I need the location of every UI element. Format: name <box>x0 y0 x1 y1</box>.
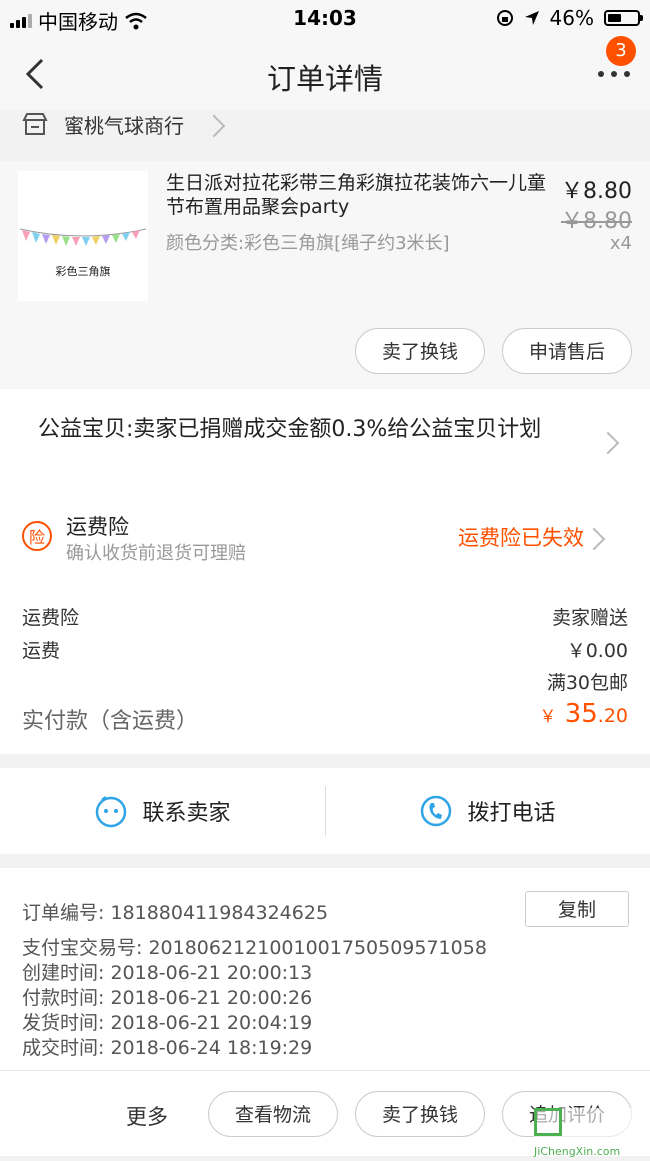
charity-row[interactable]: 公益宝贝:卖家已捐赠成交金额0.3%给公益宝贝计划 <box>0 389 650 489</box>
page-title: 订单详情 <box>266 62 383 96</box>
shipping-note: 满30包邮 <box>546 672 628 694</box>
call-phone-label: 拨打电话 <box>467 801 556 826</box>
after-sale-button[interactable]: 申请售后 <box>502 328 632 374</box>
total-currency: ￥ <box>539 707 557 727</box>
contact-seller-label: 联系卖家 <box>142 801 231 826</box>
watermark-text: JiChengXin.com <box>534 1145 621 1158</box>
chat-icon <box>96 796 127 828</box>
contact-bar: 联系卖家 拨打电话 <box>0 768 650 854</box>
fee-summary: 运费险 卖家赠送 运费 ￥0.00 满30包邮 实付款（含运费） ￥ 35.20 <box>0 579 650 754</box>
product-title[interactable]: 生日派对拉花彩带三角彩旗拉花装饰六一儿童节布置用品聚会party <box>166 171 556 219</box>
resell-button[interactable]: 卖了换钱 <box>355 328 485 374</box>
view-logistics-button[interactable]: 查看物流 <box>208 1091 338 1137</box>
insurance-icon: 险 <box>22 521 52 551</box>
product-price: ￥8.80 <box>561 179 632 204</box>
shop-name: 蜜桃气球商行 <box>64 114 184 138</box>
completed-time: 成交时间: 2018-06-24 18:19:29 <box>22 1037 313 1059</box>
status-bar: 中国移动 14:03 46% <box>0 0 650 40</box>
total-label: 实付款（含运费） <box>22 709 199 734</box>
battery-percent: 46% <box>549 6 594 30</box>
rotation-lock-icon <box>496 10 513 26</box>
chevron-right-icon <box>202 114 226 138</box>
nav-bar: 订单详情 <box>0 40 650 110</box>
fee-value-shipping: ￥0.00 <box>566 640 628 662</box>
resell-button-bottom[interactable]: 卖了换钱 <box>355 1091 485 1137</box>
product-image-caption: 彩色三角旗 <box>55 265 111 278</box>
phone-icon <box>421 795 452 827</box>
message-badge: 3 <box>606 36 636 66</box>
watermark: JiChengXin.com <box>534 1108 648 1158</box>
created-time: 创建时间: 2018-06-21 20:00:13 <box>22 962 313 984</box>
battery-icon <box>604 10 643 26</box>
call-phone-button[interactable]: 拨打电话 <box>325 768 650 854</box>
fee-label-insurance: 运费险 <box>22 607 80 629</box>
product-sku: 颜色分类:彩色三角旗[绳子约3米长] <box>166 233 450 254</box>
shipping-insurance-row[interactable]: 险 运费险 确认收货前退货可理赔 运费险已失效 <box>0 489 650 579</box>
order-item[interactable]: 彩色三角旗 生日派对拉花彩带三角彩旗拉花装饰六一儿童节布置用品聚会party 颜… <box>0 161 650 389</box>
insurance-status: 运费险已失效 <box>458 526 584 550</box>
insurance-subtitle: 确认收货前退货可理赔 <box>66 543 246 564</box>
chevron-right-icon <box>582 527 606 551</box>
total-amount: ￥ 35.20 <box>539 699 628 729</box>
charity-text: 公益宝贝:卖家已捐赠成交金额0.3%给公益宝贝计划 <box>38 417 542 442</box>
location-icon <box>524 11 539 25</box>
more-icon[interactable] <box>596 62 632 86</box>
bunting-image <box>19 228 147 246</box>
paid-time: 付款时间: 2018-06-21 20:00:26 <box>22 987 313 1009</box>
alipay-number: 支付宝交易号: 2018062121001001750509571058 <box>22 937 487 959</box>
fee-value-insurance: 卖家赠送 <box>551 607 628 629</box>
more-button[interactable]: 更多 <box>126 1101 168 1131</box>
order-number: 订单编号: 181880411984324625 <box>22 902 329 924</box>
shop-icon <box>22 113 48 135</box>
shipped-time: 发货时间: 2018-06-21 20:04:19 <box>22 1012 313 1034</box>
product-original-price: ￥8.80 <box>561 209 632 234</box>
total-int: 35 <box>564 699 598 729</box>
chevron-right-icon <box>596 431 620 455</box>
product-quantity: x4 <box>609 233 632 254</box>
watermark-logo-icon <box>534 1108 562 1136</box>
shop-row[interactable]: 蜜桃气球商行 <box>0 110 650 146</box>
status-right: 46% <box>496 6 643 30</box>
contact-seller-button[interactable]: 联系卖家 <box>0 768 325 854</box>
total-dec: .20 <box>597 705 628 727</box>
fee-label-shipping: 运费 <box>22 640 61 662</box>
product-image[interactable]: 彩色三角旗 <box>18 171 148 301</box>
insurance-title: 运费险 <box>66 515 129 539</box>
copy-button[interactable]: 复制 <box>525 891 629 927</box>
